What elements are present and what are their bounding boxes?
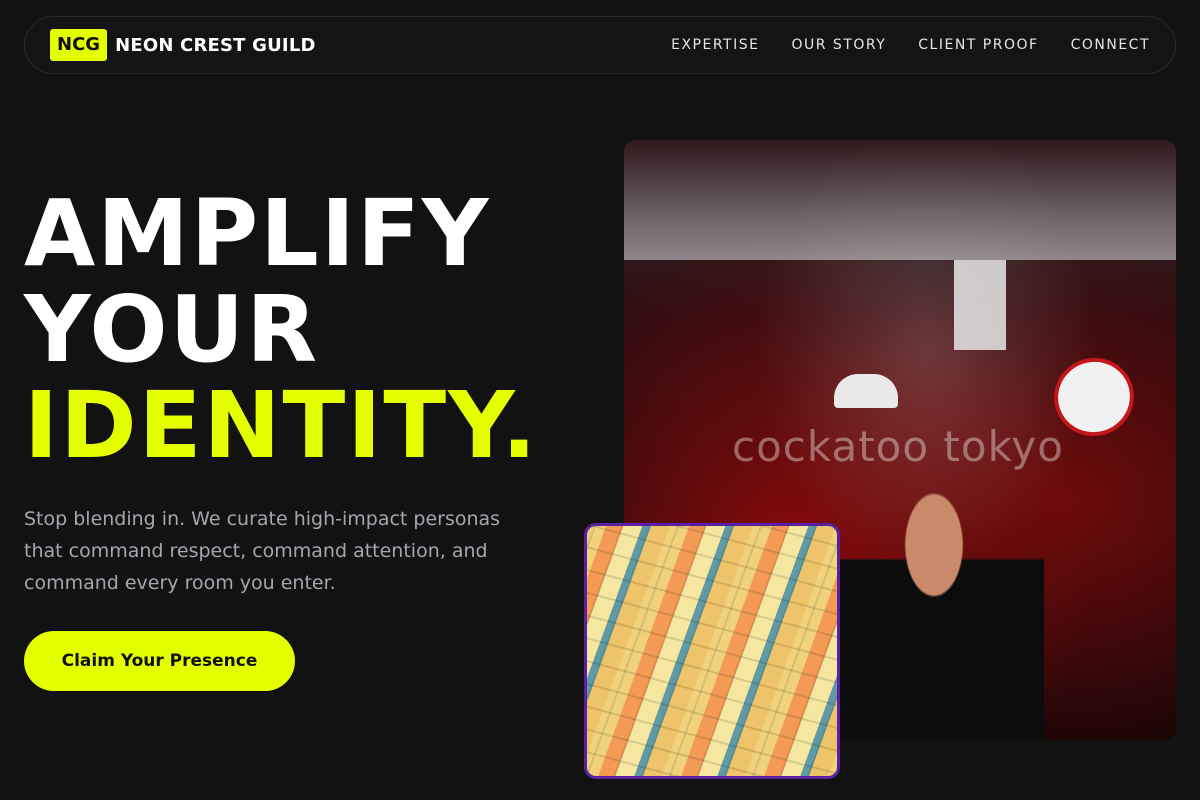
nav-links: EXPERTISE OUR STORY CLIENT PROOF CONNECT xyxy=(671,37,1150,53)
nav-link-connect[interactable]: CONNECT xyxy=(1071,37,1150,53)
nav-link-our-story[interactable]: OUR STORY xyxy=(791,37,886,53)
nav-link-client-proof[interactable]: CLIENT PROOF xyxy=(918,37,1038,53)
photo-ceiling xyxy=(624,140,1176,260)
logo-badge: NCG xyxy=(50,29,108,61)
photo-person xyxy=(824,480,1044,740)
photo-watermark: cockatoo tokyo xyxy=(732,422,1064,471)
photo-hanging-shirt xyxy=(954,260,1006,350)
brand-name: NEON CREST GUILD xyxy=(115,34,316,56)
headline-line-1: AMPLIFY xyxy=(24,180,491,287)
inset-photo-sticky-notes xyxy=(584,523,840,779)
brand-logo[interactable]: NCG NEON CREST GUILD xyxy=(50,29,316,61)
hero-headline: AMPLIFY YOUR IDENTITY. xyxy=(24,186,539,474)
headline-line-2: YOUR xyxy=(24,276,320,383)
headline-line-3: IDENTITY. xyxy=(24,372,539,479)
photo-cap xyxy=(834,374,898,408)
claim-presence-button[interactable]: Claim Your Presence xyxy=(24,631,295,691)
hero-lede: Stop blending in. We curate high-impact … xyxy=(24,508,501,594)
top-nav: NCG NEON CREST GUILD EXPERTISE OUR STORY… xyxy=(24,16,1176,74)
nav-link-expertise[interactable]: EXPERTISE xyxy=(671,37,759,53)
